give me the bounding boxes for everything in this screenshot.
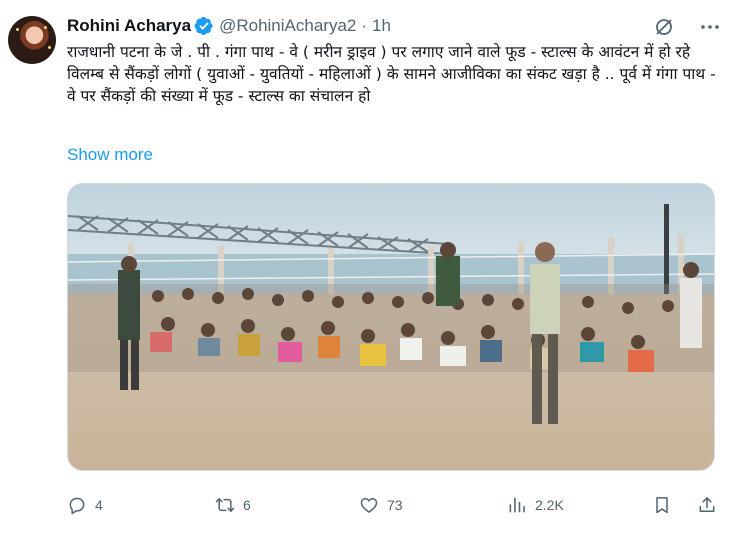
avatar[interactable] [8,16,56,64]
avatar-decoration [48,46,51,49]
verified-badge-icon [194,17,213,35]
views-button[interactable]: 2.2K [507,495,564,515]
repost-count: 6 [243,497,251,513]
avatar-decoration [44,26,47,29]
bookmark-button[interactable] [652,495,672,515]
avatar-decoration [16,28,19,31]
handle[interactable]: @RohiniAcharya2 [219,16,356,36]
repost-button[interactable]: 6 [215,495,251,515]
bookmark-icon [656,497,668,514]
reply-button[interactable]: 4 [67,495,103,515]
grok-icon[interactable] [652,15,676,39]
separator-dot: · [361,16,368,35]
show-more-link[interactable]: Show more [67,145,153,165]
like-count: 73 [387,497,403,513]
share-button[interactable] [697,495,717,515]
views-icon [509,497,525,513]
more-icon[interactable] [698,15,722,39]
tweet-photo[interactable] [67,183,715,471]
like-button[interactable]: 73 [359,495,403,515]
tweet-text: राजधानी पटना के जे . पी . गंगा पाथ - वे … [67,43,716,105]
repost-icon [215,498,235,512]
tweet-card[interactable]: Rohini Acharya @RohiniAcharya2 · 1h राजध… [0,0,741,535]
protest-photo-illustration [68,184,714,470]
share-icon [699,497,715,512]
reply-icon [69,497,85,515]
tweet-actions: 4 6 73 2.2K [67,495,722,521]
heart-icon [360,498,378,513]
reply-count: 4 [95,497,103,513]
tweet-top-actions [652,15,722,39]
view-count: 2.2K [535,497,564,513]
tweet-header: Rohini Acharya @RohiniAcharya2 · 1h [67,15,391,37]
display-name[interactable]: Rohini Acharya [67,16,191,36]
timestamp[interactable]: 1h [372,16,391,36]
